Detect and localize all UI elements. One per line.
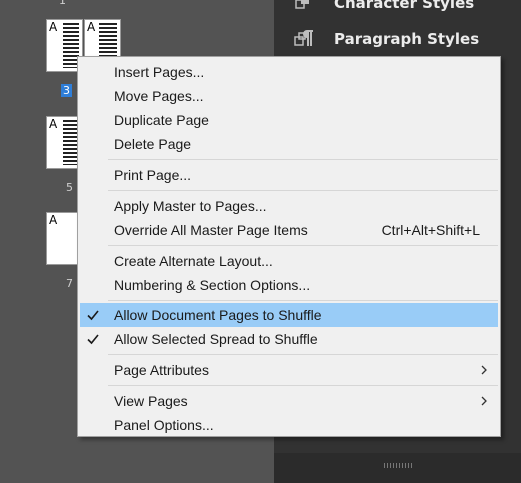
master-letter: A <box>49 213 58 227</box>
menu-separator <box>108 190 498 191</box>
checkmark-icon <box>87 310 99 321</box>
menu-separator <box>108 300 498 301</box>
menu-item-panel-options[interactable]: Panel Options... <box>80 413 498 437</box>
page-number-5: 5 <box>66 181 73 194</box>
menu-separator <box>108 159 498 160</box>
menu-separator <box>108 354 498 355</box>
page-number-3: 3 <box>61 84 72 97</box>
paragraph-styles-icon <box>294 30 313 46</box>
submenu-arrow-icon <box>481 396 487 406</box>
menu-item-label: Create Alternate Layout... <box>114 253 273 269</box>
menu-item-label: Panel Options... <box>114 417 214 433</box>
page-number-7: 7 <box>66 277 73 290</box>
menu-item-allow-selected-spread-shuffle[interactable]: Allow Selected Spread to Shuffle <box>80 327 498 351</box>
master-letter: A <box>49 117 58 131</box>
character-styles-row[interactable]: Character Styles <box>274 0 521 15</box>
menu-separator <box>108 385 498 386</box>
master-letter: A <box>49 20 58 34</box>
menu-item-print-page[interactable]: Print Page... <box>80 163 498 187</box>
menu-item-label: Override All Master Page Items <box>114 222 308 238</box>
menu-item-label: Insert Pages... <box>114 64 205 80</box>
menu-item-duplicate-page[interactable]: Duplicate Page <box>80 108 498 132</box>
pages-context-menu: Insert Pages... Move Pages... Duplicate … <box>77 56 501 437</box>
menu-item-apply-master[interactable]: Apply Master to Pages... <box>80 194 498 218</box>
character-styles-label: Character Styles <box>334 0 475 12</box>
menu-item-label: View Pages <box>114 393 188 409</box>
menu-item-insert-pages[interactable]: Insert Pages... <box>80 60 498 84</box>
panel-footer <box>274 453 521 483</box>
menu-item-delete-page[interactable]: Delete Page <box>80 132 498 156</box>
menu-item-label: Move Pages... <box>114 88 204 104</box>
submenu-arrow-icon <box>481 365 487 375</box>
checkmark-icon <box>87 334 99 345</box>
menu-item-label: Duplicate Page <box>114 112 209 128</box>
menu-item-page-attributes[interactable]: Page Attributes <box>80 358 498 382</box>
page-number-1: 1 <box>59 0 66 7</box>
menu-item-label: Numbering & Section Options... <box>114 277 311 293</box>
master-letter: A <box>87 20 96 34</box>
resize-grip[interactable] <box>384 463 414 468</box>
paragraph-styles-label: Paragraph Styles <box>334 30 480 48</box>
menu-item-numbering-section-options[interactable]: Numbering & Section Options... <box>80 273 498 297</box>
menu-item-create-alternate-layout[interactable]: Create Alternate Layout... <box>80 249 498 273</box>
menu-item-allow-document-pages-shuffle[interactable]: Allow Document Pages to Shuffle <box>80 303 498 327</box>
menu-item-override-master-items[interactable]: Override All Master Page Items Ctrl+Alt+… <box>80 218 498 242</box>
menu-item-move-pages[interactable]: Move Pages... <box>80 84 498 108</box>
character-styles-icon <box>295 0 309 9</box>
menu-item-label: Allow Selected Spread to Shuffle <box>114 331 318 347</box>
menu-item-label: Print Page... <box>114 167 192 183</box>
menu-item-label: Page Attributes <box>114 362 209 378</box>
paragraph-styles-row[interactable]: Paragraph Styles <box>274 27 521 51</box>
menu-item-label: Apply Master to Pages... <box>114 198 267 214</box>
menu-item-view-pages[interactable]: View Pages <box>80 389 498 413</box>
menu-item-label: Delete Page <box>114 136 192 152</box>
menu-item-label: Allow Document Pages to Shuffle <box>114 307 322 323</box>
menu-item-shortcut: Ctrl+Alt+Shift+L <box>381 222 480 238</box>
menu-separator <box>108 245 498 246</box>
